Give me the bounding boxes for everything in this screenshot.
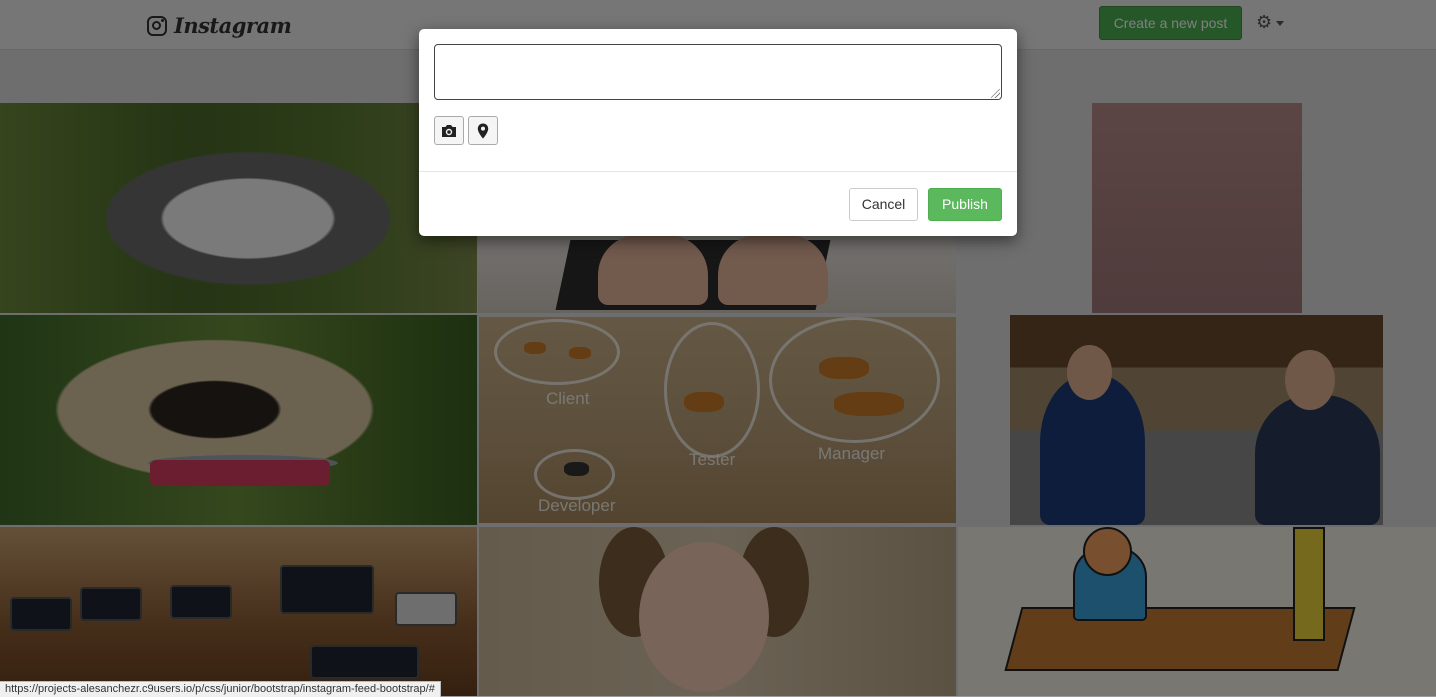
camera-icon — [442, 124, 456, 137]
resize-handle-icon[interactable] — [991, 89, 1000, 98]
post-textarea[interactable] — [434, 44, 1002, 100]
add-location-button[interactable] — [468, 116, 498, 145]
new-post-modal: Cancel Publish — [419, 29, 1017, 236]
map-marker-icon — [477, 123, 489, 138]
publish-button[interactable]: Publish — [928, 188, 1002, 221]
cancel-button[interactable]: Cancel — [849, 188, 918, 221]
status-bar-url: https://projects-alesanchezr.c9users.io/… — [0, 681, 441, 697]
modal-body — [419, 29, 1017, 171]
add-photo-button[interactable] — [434, 116, 464, 145]
modal-footer: Cancel Publish — [419, 171, 1017, 237]
